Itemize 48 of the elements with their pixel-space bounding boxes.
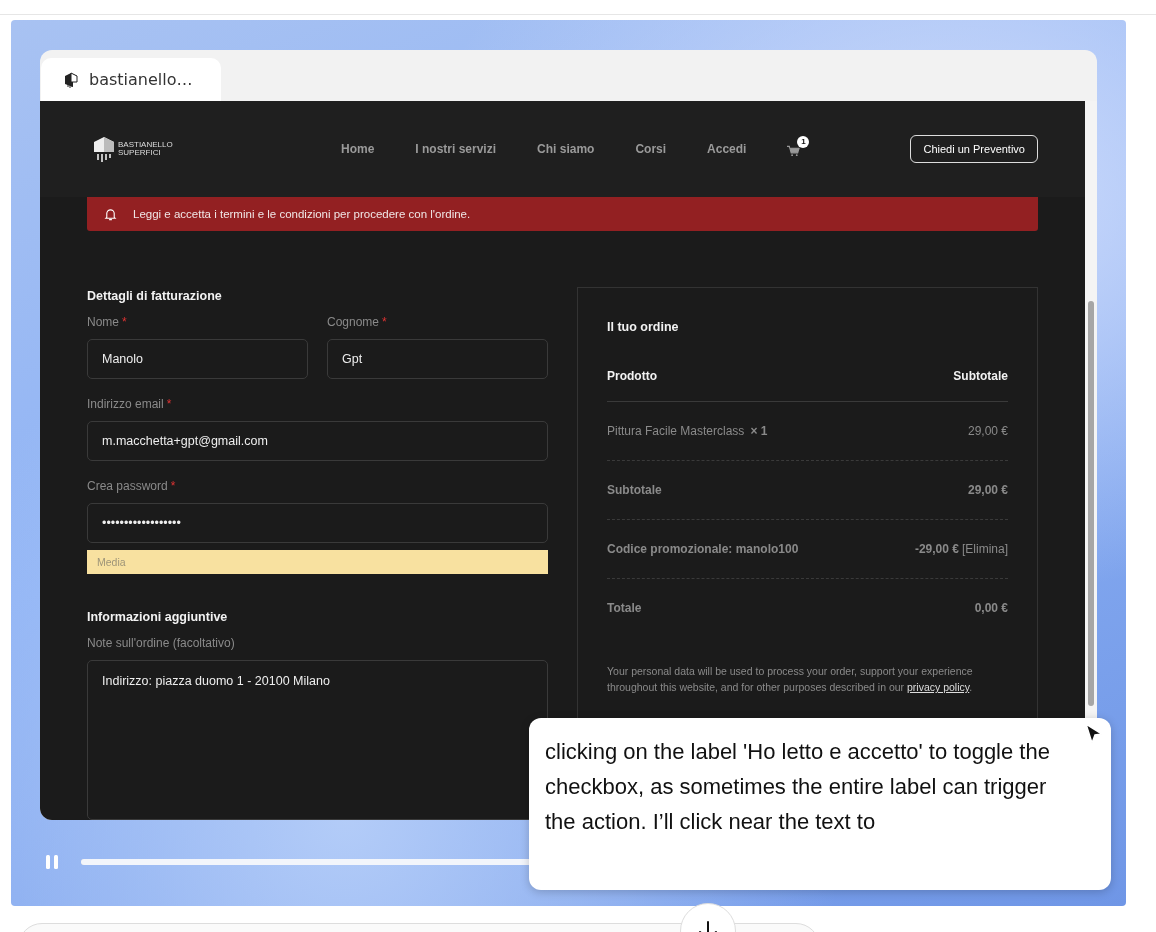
column-header: Subtotale: [953, 369, 1008, 383]
summary-label: Subtotale: [607, 483, 662, 497]
field-label: Crea password: [87, 479, 168, 493]
privacy-notice: Your personal data will be used to process your order, support your experience throughout this website, and for other purposes described in our privacy policy.: [607, 664, 974, 695]
cart-count-badge: 1: [797, 135, 810, 148]
input-field[interactable]: m.macchetta+gpt@gmail.com: [87, 421, 548, 461]
product-quantity: × 1: [750, 424, 768, 438]
summary-value: 29,00 €: [967, 483, 1008, 497]
nav-link[interactable]: Chi siamo: [537, 142, 595, 156]
field-label: Cognome: [327, 315, 380, 329]
order-title: Il tuo ordine: [607, 320, 680, 334]
remove-coupon-link[interactable]: [Elimina]: [962, 542, 1008, 556]
summary-value: 0,00 €: [974, 601, 1008, 615]
input-field[interactable]: ••••••••••••••••••: [87, 503, 548, 543]
browser-tab[interactable]: bastianello…: [41, 58, 221, 101]
building-logo-icon: [92, 136, 116, 162]
column-header: Prodotto: [607, 369, 657, 383]
section-title: Dettagli di fatturazione: [87, 289, 223, 303]
product-name: Pittura Facile Masterclass: [607, 424, 745, 438]
password-strength-bar: Media: [87, 550, 548, 574]
quote-button[interactable]: Chiedi un Preventivo: [910, 135, 1038, 163]
nav-link[interactable]: Accedi: [707, 142, 747, 156]
logo-text: SUPERFICI: [118, 149, 162, 157]
required-asterisk: *: [166, 397, 172, 411]
required-asterisk: *: [170, 479, 176, 493]
nav-link[interactable]: I nostri servizi: [415, 142, 497, 156]
field-label: Note sull'ordine (facoltativo): [87, 636, 235, 650]
section-title: Informazioni aggiuntive: [87, 610, 229, 624]
summary-label: Totale: [607, 601, 642, 615]
caption-text: clicking on the label 'Ho letto e accetto' to toggle the checkbox, as sometimes the entire label can trigger the action. I’ll click near the text to: [545, 738, 1051, 836]
building-icon: [63, 71, 79, 88]
logo-text: BASTIANELLO: [118, 141, 173, 149]
product-price: 29,00 €: [967, 424, 1008, 438]
cart-icon[interactable]: [787, 144, 801, 157]
bell-icon: [104, 207, 117, 221]
nav-link[interactable]: Corsi: [635, 142, 667, 156]
nav-link[interactable]: Home: [341, 142, 375, 156]
field-label: Indirizzo email: [87, 397, 164, 411]
input-field[interactable]: Manolo: [87, 339, 308, 379]
required-asterisk: *: [122, 315, 127, 329]
required-asterisk: *: [382, 315, 387, 329]
alert-message: Leggi e accetta i termini e le condizioni per procedere con l'ordine.: [133, 208, 471, 220]
input-field[interactable]: Gpt: [327, 339, 548, 379]
pause-icon: [45, 854, 59, 870]
field-label: Nome: [87, 315, 119, 329]
pause-button[interactable]: [45, 854, 59, 870]
summary-label: Codice promozionale: manolo100: [607, 542, 799, 556]
summary-value: -29,00 €: [914, 542, 959, 556]
